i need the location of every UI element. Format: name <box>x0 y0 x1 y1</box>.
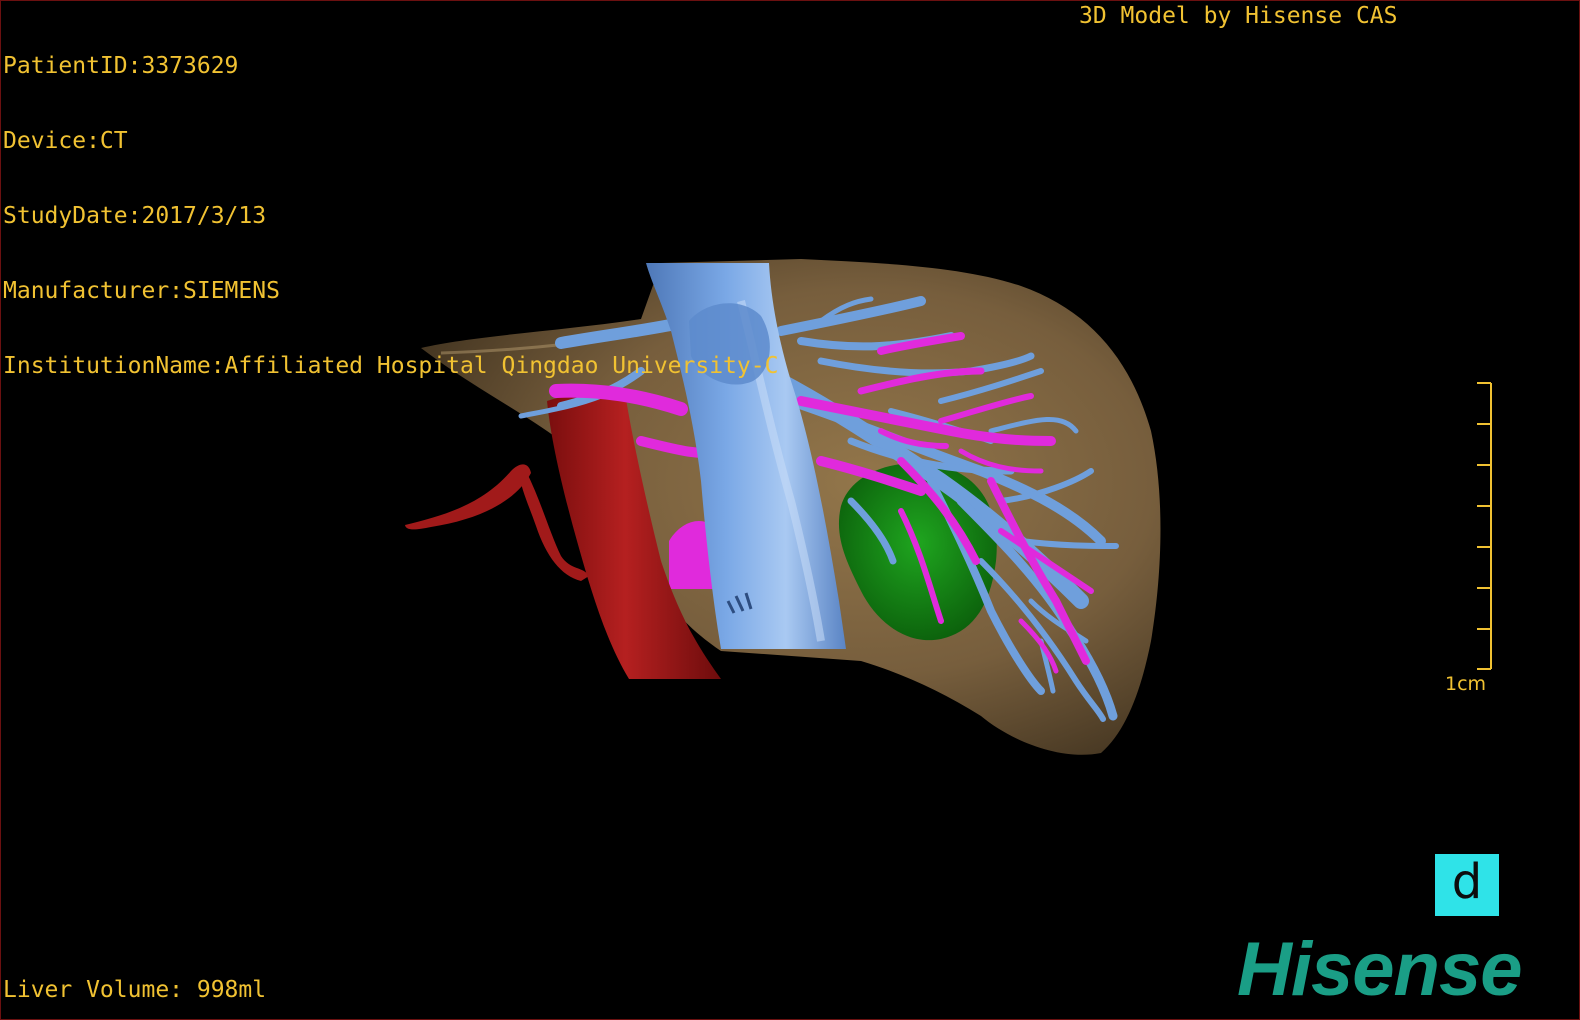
model-credit-text: 3D Model by Hisense CAS <box>1079 3 1398 29</box>
d-toggle-button[interactable]: d <box>1435 854 1499 916</box>
institution-text: InstitutionName:Affiliated Hospital Qing… <box>3 353 779 379</box>
study-date-text: StudyDate:2017/3/13 <box>3 203 267 229</box>
3d-viewport[interactable]: PatientID:3373629 Device:CT StudyDate:20… <box>0 0 1580 1020</box>
dicom-info-overlay: PatientID:3373629 Device:CT StudyDate:20… <box>3 4 778 429</box>
patient-id-text: PatientID:3373629 <box>3 53 239 79</box>
scale-bar <box>1477 382 1492 670</box>
scale-bar-label: 1cm <box>1445 673 1487 695</box>
artery-branch <box>405 464 531 530</box>
manufacturer-text: Manufacturer:SIEMENS <box>3 278 280 304</box>
liver-volume-text: Liver Volume: 998ml <box>3 977 267 1003</box>
hisense-logo: Hisense <box>1237 927 1522 1012</box>
device-text: Device:CT <box>3 128 128 154</box>
d-button-label: d <box>1451 854 1483 910</box>
